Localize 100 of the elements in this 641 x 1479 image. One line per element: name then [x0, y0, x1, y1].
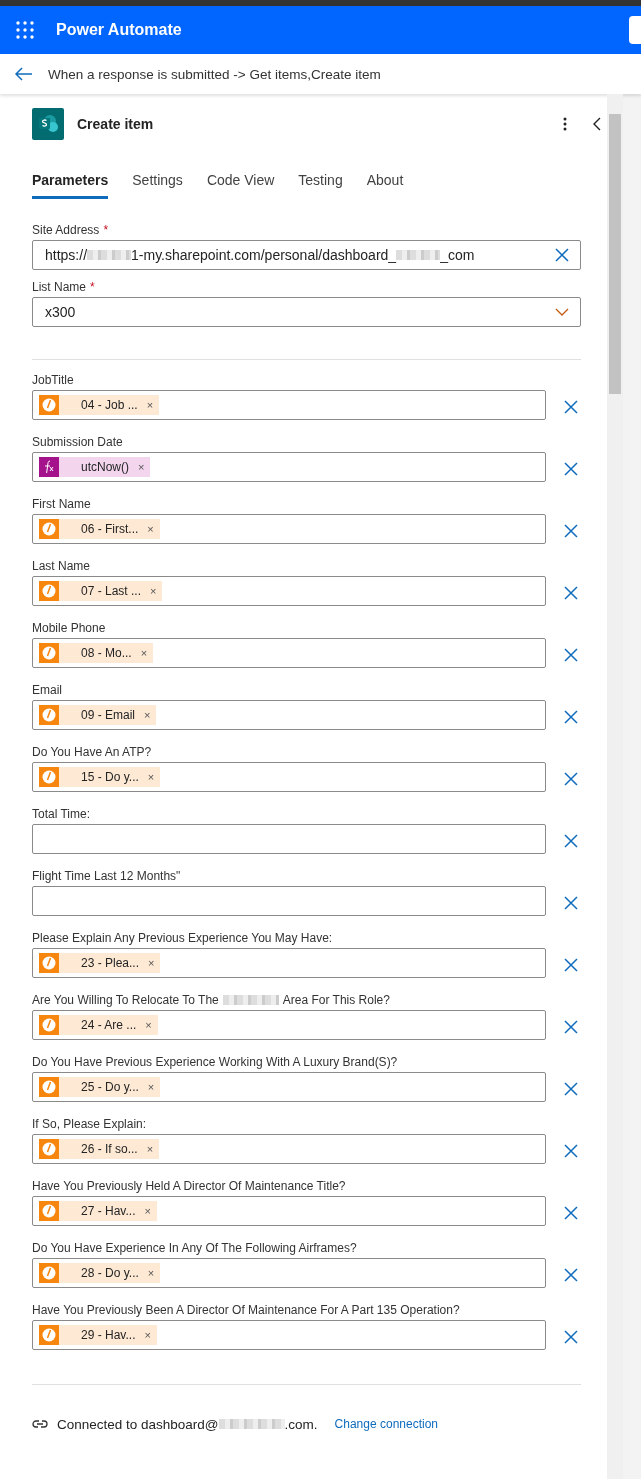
required-asterisk: *	[90, 279, 95, 294]
remove-icon[interactable]	[564, 524, 578, 538]
dynamic-content-token[interactable]: 23 - Plea... ×	[39, 953, 161, 973]
dynamic-content-token[interactable]: 15 - Do y... ×	[39, 767, 161, 787]
forms-icon	[39, 767, 59, 787]
forms-icon	[39, 395, 59, 415]
remove-icon[interactable]	[564, 1206, 578, 1220]
field-label: Flight Time Last 12 Months"	[32, 868, 181, 883]
blurred-text	[222, 994, 279, 1005]
remove-token-button[interactable]: ×	[146, 1143, 154, 1155]
input-field[interactable]	[32, 886, 546, 916]
remove-token-button[interactable]: ×	[140, 647, 148, 659]
input-field[interactable]: 07 - Last ... ×	[32, 576, 546, 606]
remove-icon[interactable]	[564, 1020, 578, 1034]
tab[interactable]: About	[366, 172, 404, 199]
field-label: Site Address	[32, 222, 100, 237]
flow-breadcrumb: When a response is submitted -> Get items,Create item	[48, 66, 381, 82]
input-field[interactable]: 29 - Hav... ×	[32, 1320, 546, 1350]
tab[interactable]: Parameters	[32, 172, 109, 199]
field-label: JobTitle	[32, 372, 74, 387]
remove-token-button[interactable]: ×	[144, 1329, 151, 1341]
remove-token-button[interactable]: ×	[144, 1205, 151, 1217]
required-asterisk: *	[103, 222, 109, 237]
blurred-text	[396, 250, 441, 260]
dynamic-content-token[interactable]: utcNow() ×	[39, 457, 151, 477]
remove-token-button[interactable]: ×	[144, 709, 151, 721]
action-title: Create item	[77, 116, 155, 132]
remove-icon[interactable]	[564, 772, 578, 786]
remove-token-button[interactable]: ×	[147, 523, 154, 535]
app-launcher-icon[interactable]	[16, 21, 34, 39]
dynamic-content-token[interactable]: 24 - Are ... ×	[39, 1015, 158, 1035]
dynamic-content-token[interactable]: 29 - Hav... ×	[39, 1325, 157, 1345]
tab[interactable]: Settings	[132, 172, 183, 199]
remove-icon[interactable]	[564, 710, 578, 724]
tab[interactable]: Code View	[206, 172, 275, 199]
remove-token-button[interactable]: ×	[147, 771, 155, 783]
list-name-dropdown[interactable]: x300	[32, 297, 581, 327]
input-field[interactable]	[32, 824, 546, 854]
input-field[interactable]: 09 - Email ×	[32, 700, 546, 730]
remove-token-button[interactable]: ×	[146, 399, 154, 411]
remove-icon[interactable]	[564, 958, 578, 972]
remove-icon[interactable]	[564, 1330, 578, 1344]
change-connection-link[interactable]: Change connection	[334, 1417, 438, 1431]
input-field[interactable]: 27 - Hav... ×	[32, 1196, 546, 1226]
forms-icon	[39, 581, 59, 601]
input-field[interactable]: utcNow() ×	[32, 452, 546, 482]
remove-token-button[interactable]: ×	[147, 1267, 155, 1279]
remove-icon[interactable]	[564, 462, 578, 476]
dynamic-content-token[interactable]: 09 - Email ×	[39, 705, 157, 725]
field-label: Area For This Role?	[282, 992, 390, 1007]
remove-icon[interactable]	[564, 648, 578, 662]
site-address-field[interactable]: https:// 1-my.sharepoint.com/personal/dashboard_ _com	[32, 240, 581, 270]
forms-icon	[39, 1015, 59, 1035]
remove-icon[interactable]	[564, 1144, 578, 1158]
remove-icon[interactable]	[564, 834, 578, 848]
clear-icon[interactable]	[555, 248, 569, 262]
input-field[interactable]: 25 - Do y... ×	[32, 1072, 546, 1102]
dynamic-content-token[interactable]: 06 - First... ×	[39, 519, 160, 539]
dynamic-content-token[interactable]: 27 - Hav... ×	[39, 1201, 157, 1221]
collapse-chevron-icon[interactable]	[593, 117, 601, 131]
dynamic-content-token[interactable]: 07 - Last ... ×	[39, 581, 163, 601]
remove-icon[interactable]	[564, 896, 578, 910]
input-field[interactable]: 26 - If so... ×	[32, 1134, 546, 1164]
function-icon	[39, 457, 59, 477]
remove-token-button[interactable]: ×	[147, 1081, 155, 1093]
chevron-down-icon	[555, 308, 569, 316]
forms-icon	[39, 1263, 59, 1283]
field-label: List Name	[32, 279, 87, 294]
forms-icon	[39, 643, 59, 663]
remove-icon[interactable]	[564, 586, 578, 600]
dynamic-content-token[interactable]: 08 - Mo... ×	[39, 643, 154, 663]
app-title: Power Automate	[56, 21, 182, 39]
input-field[interactable]: 06 - First... ×	[32, 514, 546, 544]
remove-icon[interactable]	[564, 400, 578, 414]
input-field[interactable]: 28 - Do y... ×	[32, 1258, 546, 1288]
dynamic-content-token[interactable]: 28 - Do y... ×	[39, 1263, 161, 1283]
field-label: First Name	[32, 496, 91, 511]
input-field[interactable]: 24 - Are ... ×	[32, 1010, 546, 1040]
sharepoint-icon	[32, 108, 64, 140]
input-field[interactable]: 04 - Job ... ×	[32, 390, 546, 420]
forms-icon	[39, 1325, 59, 1345]
dynamic-content-token[interactable]: 26 - If so... ×	[39, 1139, 160, 1159]
dynamic-content-token[interactable]: 04 - Job ... ×	[39, 395, 160, 415]
dynamic-content-token[interactable]: 25 - Do y... ×	[39, 1077, 161, 1097]
back-arrow-icon[interactable]	[15, 67, 33, 81]
link-icon	[32, 1418, 48, 1430]
tab[interactable]: Testing	[298, 172, 343, 199]
field-label: Are You Willing To Relocate To The	[32, 992, 219, 1007]
input-field[interactable]: 08 - Mo... ×	[32, 638, 546, 668]
remove-token-button[interactable]: ×	[150, 585, 157, 597]
remove-token-button[interactable]: ×	[148, 957, 155, 969]
remove-icon[interactable]	[564, 1082, 578, 1096]
more-options-icon[interactable]	[563, 117, 567, 131]
input-field[interactable]: 23 - Plea... ×	[32, 948, 546, 978]
remove-token-button[interactable]: ×	[138, 461, 145, 473]
field-label: Email	[32, 682, 62, 697]
input-field[interactable]: 15 - Do y... ×	[32, 762, 546, 792]
connection-status: .com.	[284, 1416, 318, 1432]
remove-icon[interactable]	[564, 1268, 578, 1282]
remove-token-button[interactable]: ×	[145, 1019, 152, 1031]
